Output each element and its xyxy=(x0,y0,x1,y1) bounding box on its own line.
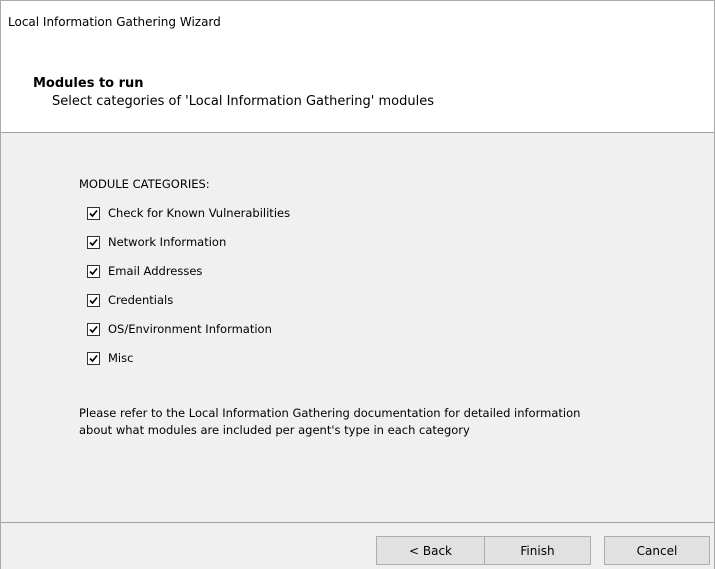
checkmark-icon xyxy=(89,296,98,304)
back-button[interactable]: < Back xyxy=(376,536,485,565)
documentation-note: Please refer to the Local Information Ga… xyxy=(79,405,699,439)
checkbox[interactable] xyxy=(87,293,100,307)
note-line-1: Please refer to the Local Information Ga… xyxy=(79,406,581,420)
checkbox-row-known-vulnerabilities[interactable]: Check for Known Vulnerabilities xyxy=(87,204,290,222)
checkbox-row-credentials[interactable]: Credentials xyxy=(87,291,173,309)
checkbox[interactable] xyxy=(87,235,100,249)
finish-button[interactable]: Finish xyxy=(484,536,591,565)
cancel-button[interactable]: Cancel xyxy=(604,536,710,565)
checkbox-row-os-environment-information[interactable]: OS/Environment Information xyxy=(87,320,272,338)
checkmark-icon xyxy=(89,325,98,333)
checkbox-label: Check for Known Vulnerabilities xyxy=(108,206,291,220)
checkbox[interactable] xyxy=(87,206,100,220)
checkmark-icon xyxy=(89,209,98,217)
page-subtitle: Select categories of 'Local Information … xyxy=(52,94,434,109)
checkbox-label: OS/Environment Information xyxy=(108,322,272,336)
checkbox-label: Misc xyxy=(108,351,134,365)
window-title: Local Information Gathering Wizard xyxy=(8,15,221,29)
checkbox[interactable] xyxy=(87,322,100,336)
module-categories-label: MODULE CATEGORIES: xyxy=(79,177,210,191)
checkmark-icon xyxy=(89,354,98,362)
checkbox-label: Email Addresses xyxy=(108,264,203,278)
checkbox-row-network-information[interactable]: Network Information xyxy=(87,233,226,251)
checkbox-label: Credentials xyxy=(108,293,174,307)
checkbox-label: Network Information xyxy=(108,235,227,249)
checkbox[interactable] xyxy=(87,264,100,278)
checkbox-row-misc[interactable]: Misc xyxy=(87,349,133,367)
wizard-window: Local Information Gathering Wizard Modul… xyxy=(0,0,715,569)
page-title: Modules to run xyxy=(33,76,144,91)
checkbox-row-email-addresses[interactable]: Email Addresses xyxy=(87,262,202,280)
checkmark-icon xyxy=(89,238,98,246)
wizard-header: Local Information Gathering Wizard Modul… xyxy=(1,1,714,132)
note-line-2: about what modules are included per agen… xyxy=(79,423,470,437)
checkmark-icon xyxy=(89,267,98,275)
checkbox[interactable] xyxy=(87,351,100,365)
